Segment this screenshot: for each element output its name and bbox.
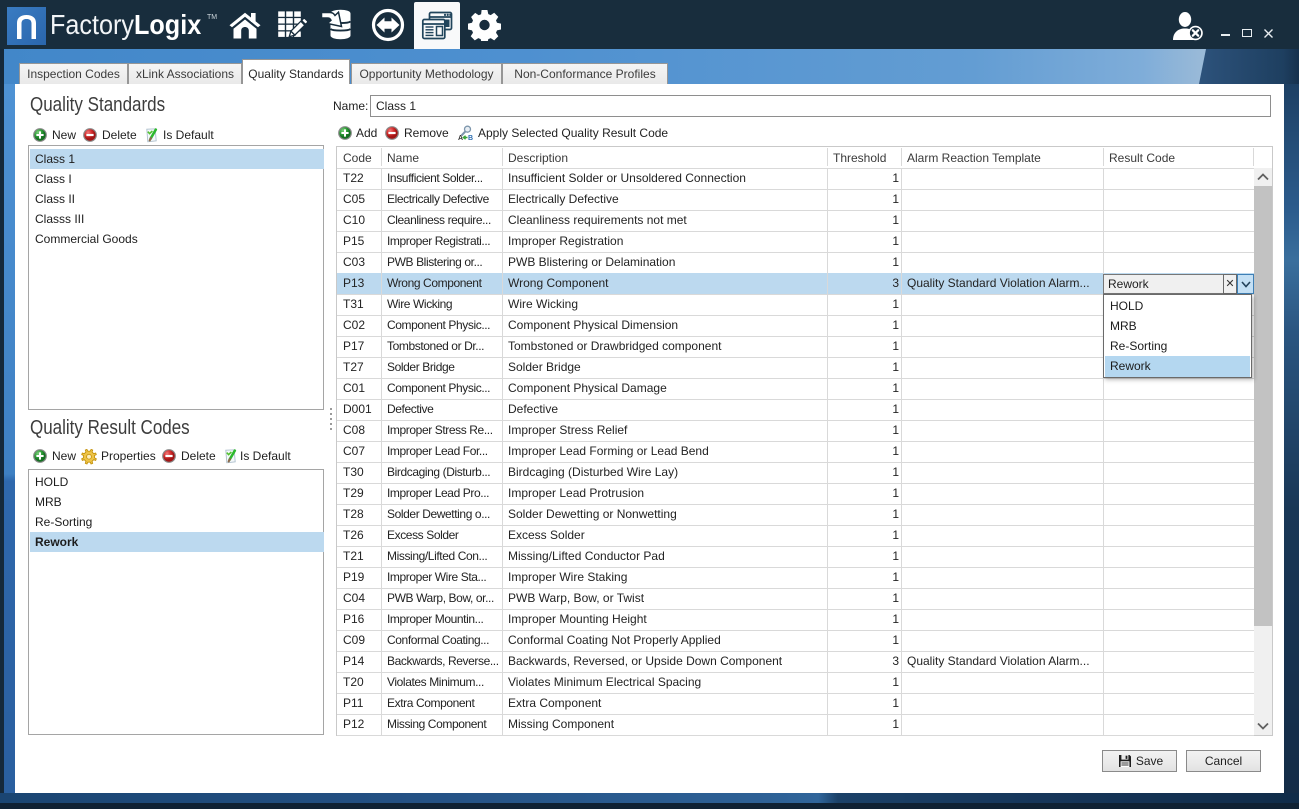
svg-text:A: A: [458, 135, 463, 141]
svg-text:B: B: [468, 135, 473, 141]
